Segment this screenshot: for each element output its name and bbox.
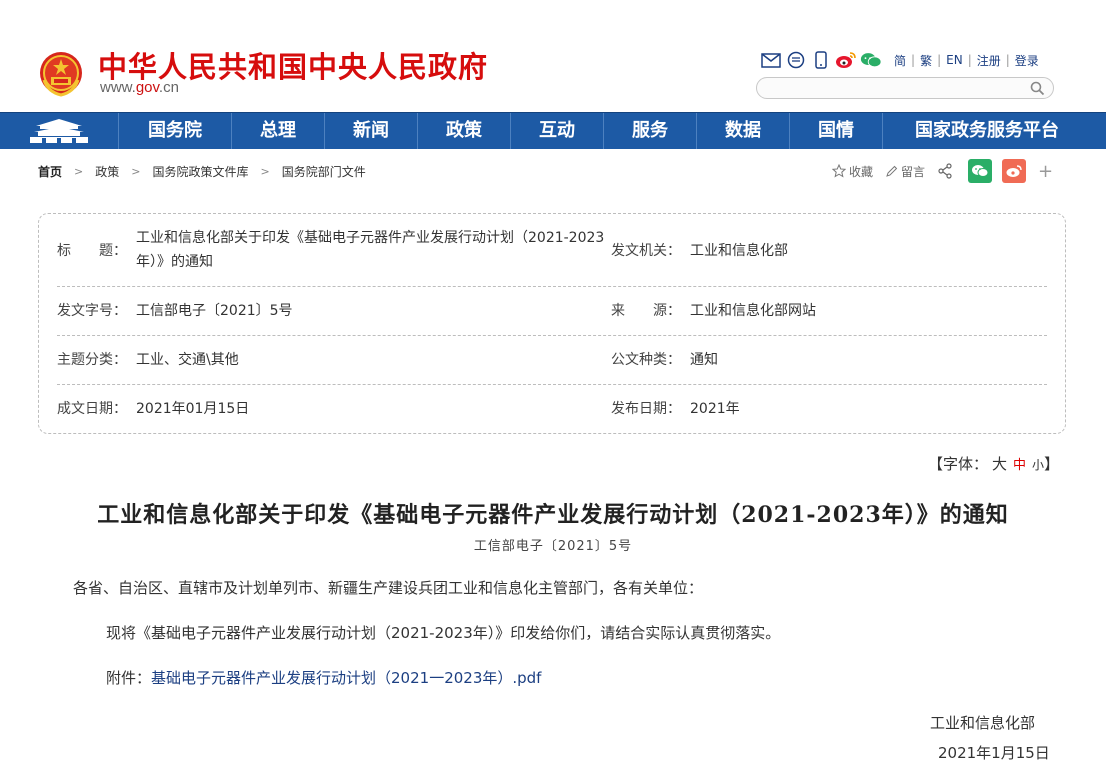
nav-fuwu[interactable]: 服务	[604, 113, 697, 149]
written-date-label: 成文日期：	[57, 401, 127, 417]
info-row-docno: 发文字号： 工信部电子〔2021〕5号 来 源： 工业和信息化部网站	[57, 287, 1047, 336]
main-nav: 国务院 总理 新闻 政策 互动 服务 数据 国情 国家政务服务平台	[0, 112, 1106, 149]
chevron-right-icon: >	[260, 164, 270, 178]
article-doc-number: 工信部电子〔2021〕5号	[473, 539, 633, 554]
login-link[interactable]: 登录	[1010, 52, 1044, 69]
register-link[interactable]: 注册	[972, 52, 1006, 69]
nav-home-button[interactable]	[0, 113, 119, 149]
weibo-icon[interactable]	[835, 50, 857, 70]
breadcrumb-department-docs[interactable]: 国务院部门文件	[282, 163, 366, 180]
domain-prefix: www.	[100, 79, 136, 96]
chevron-right-icon: >	[131, 164, 141, 178]
language-links: 简 | 繁 | EN | 注册 | 登录	[889, 52, 1044, 69]
nav-hudong[interactable]: 互动	[511, 113, 604, 149]
issuer-value: 工业和信息化部	[690, 243, 788, 259]
english-link[interactable]: EN	[941, 53, 968, 67]
search-icon[interactable]	[1030, 81, 1045, 96]
domain-main: gov	[135, 79, 159, 96]
font-size-large[interactable]: 大	[992, 455, 1007, 473]
pencil-icon	[886, 165, 898, 177]
nav-zongli[interactable]: 总理	[232, 113, 325, 149]
mobile-icon[interactable]	[810, 50, 832, 70]
search-input[interactable]	[769, 80, 1019, 96]
nav-zhengce[interactable]: 政策	[418, 113, 511, 149]
source-value: 工业和信息化部网站	[690, 303, 816, 319]
share-icon[interactable]	[937, 163, 956, 179]
chevron-right-icon: >	[74, 164, 84, 178]
article-body: 现将《基础电子元器件产业发展行动计划（2021-2023年）》印发给你们，请结合…	[106, 624, 781, 642]
site-header: 中华人民共和国中央人民政府 www.gov.cn 简 | 繁 | EN | 注册 | 登…	[0, 0, 1106, 112]
font-size-switcher: 【字体：大中小】	[928, 453, 1059, 474]
topic-label: 主题分类：	[57, 352, 127, 368]
article-title: 工业和信息化部关于印发《基础电子元器件产业发展行动计划（2021-2023年）》…	[97, 502, 1009, 528]
favorite-button[interactable]: 收藏	[832, 163, 873, 180]
title-value-line1: 工业和信息化部关于印发《基础电子元器件产业发展行动计划（2021-2023	[136, 230, 605, 246]
title-value-line2: 年）》的通知	[136, 254, 213, 270]
article-salutation: 各省、自治区、直辖市及计划单列市、新疆生产建设兵团工业和信息化主管部门，各有关单…	[73, 579, 704, 597]
page-tools: 收藏 留言 +	[832, 158, 1053, 184]
docno-label: 发文字号：	[57, 303, 127, 319]
traditional-link[interactable]: 繁	[915, 52, 937, 69]
search-box	[756, 77, 1054, 99]
attachment-label: 附件：	[106, 669, 152, 687]
nav-guowuyuan[interactable]: 国务院	[119, 113, 232, 149]
title-label: 标 题：	[57, 243, 127, 259]
published-date-label: 发布日期：	[611, 401, 681, 417]
issuer-label: 发文机关：	[611, 243, 681, 259]
docno-value: 工信部电子〔2021〕5号	[136, 303, 293, 319]
share-links: 简 | 繁 | EN | 注册 | 登录	[760, 49, 1044, 71]
nav-shuju[interactable]: 数据	[697, 113, 790, 149]
more-share-button[interactable]: +	[1038, 161, 1053, 182]
article-date: 2021年1月15日	[938, 744, 1050, 762]
article-attachment: 附件：基础电子元器件产业发展行动计划（2021一2023年）.pdf	[106, 667, 541, 688]
breadcrumb-home[interactable]: 首页	[38, 163, 62, 180]
document-info-box: 标 题： 工业和信息化部关于印发《基础电子元器件产业发展行动计划（2021-20…	[38, 213, 1066, 434]
doctype-value: 通知	[690, 352, 718, 368]
info-row-title: 标 题： 工业和信息化部关于印发《基础电子元器件产业发展行动计划（2021-20…	[57, 214, 1047, 287]
nav-service-platform[interactable]: 国家政务服务平台	[883, 113, 1091, 149]
site-domain: www.gov.cn	[100, 79, 179, 96]
weibo-share-icon[interactable]	[1002, 159, 1027, 183]
mail-icon[interactable]	[760, 50, 782, 70]
nav-guoqing[interactable]: 国情	[790, 113, 883, 149]
breadcrumb: 首页 > 政策 > 国务院政策文件库 > 国务院部门文件	[38, 162, 366, 180]
font-size-suffix: 】	[1044, 455, 1060, 473]
message-icon[interactable]	[785, 50, 807, 70]
font-size-prefix: 【字体：	[928, 455, 989, 473]
simplified-link[interactable]: 简	[889, 52, 911, 69]
source-label: 来 源：	[611, 303, 681, 319]
published-date-value: 2021年	[690, 401, 740, 417]
breadcrumb-policy[interactable]: 政策	[95, 163, 119, 180]
domain-suffix: .cn	[158, 79, 179, 96]
comment-label: 留言	[901, 164, 926, 179]
article-signature: 工业和信息化部	[930, 714, 1036, 732]
national-emblem-logo[interactable]	[38, 50, 84, 98]
star-icon	[832, 164, 846, 178]
attachment-link[interactable]: 基础电子元器件产业发展行动计划（2021一2023年）.pdf	[151, 669, 541, 687]
topic-value: 工业、交通\其他	[136, 352, 239, 368]
info-row-topic: 主题分类： 工业、交通\其他 公文种类： 通知	[57, 336, 1047, 385]
breadcrumb-policy-library[interactable]: 国务院政策文件库	[152, 163, 248, 180]
doctype-label: 公文种类：	[611, 352, 681, 368]
info-row-dates: 成文日期： 2021年01月15日 发布日期： 2021年	[57, 385, 1047, 433]
wechat-icon[interactable]	[860, 50, 882, 70]
tiananmen-icon	[30, 119, 88, 143]
written-date-value: 2021年01月15日	[136, 401, 250, 417]
font-size-small[interactable]: 小	[1032, 458, 1044, 472]
favorite-label: 收藏	[849, 164, 874, 179]
nav-xinwen[interactable]: 新闻	[325, 113, 418, 149]
comment-button[interactable]: 留言	[885, 163, 925, 180]
font-size-medium[interactable]: 中	[1013, 458, 1026, 473]
wechat-share-icon[interactable]	[968, 159, 993, 183]
